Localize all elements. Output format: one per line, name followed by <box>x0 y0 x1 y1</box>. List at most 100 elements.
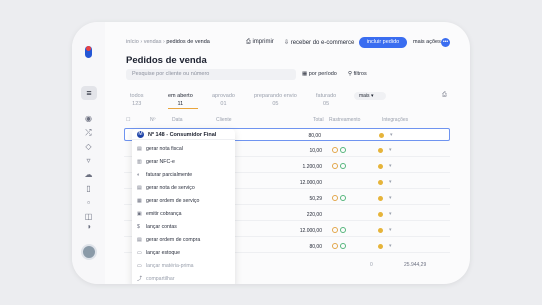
document-icon: ▤ <box>137 146 142 152</box>
col-date[interactable]: Data <box>172 117 183 123</box>
chevron-down-icon[interactable]: ▾ <box>389 163 392 169</box>
menu-item-label: gerar ordem de compra <box>146 237 201 243</box>
page-title: Pedidos de venda <box>126 55 207 66</box>
tab-count: 01 <box>220 101 227 107</box>
more-tabs-button[interactable]: mais ▾ <box>354 92 386 100</box>
status-dot <box>378 196 383 201</box>
status-dot <box>379 133 384 138</box>
settings-icon[interactable]: ◑ <box>84 222 93 231</box>
menu-item-label: compartilhar <box>146 276 175 282</box>
menu-item[interactable]: ▭ lançar estoque <box>137 250 180 256</box>
select-all-checkbox[interactable]: ☐ <box>126 117 130 123</box>
more-actions-icon[interactable]: ••• <box>441 38 450 47</box>
footer-total: 25.944,29 <box>404 262 427 268</box>
tab-label: em aberto <box>168 93 193 99</box>
menu-item-label: lançar matéria-prima <box>146 263 194 269</box>
tab-preparando-envio[interactable]: preparando envio 05 <box>254 93 297 107</box>
period-filter-button[interactable]: ▦ por período <box>302 71 337 77</box>
menu-item-label: gerar nota de serviço <box>146 185 195 191</box>
status-dot <box>378 244 383 249</box>
purchase-order-icon: ▤ <box>137 237 142 243</box>
menu-item[interactable]: ▤ gerar nota fiscal <box>137 146 183 152</box>
menu-item-label: emitir cobrança <box>146 211 182 217</box>
tab-em-aberto[interactable]: em aberto 11 <box>168 93 193 107</box>
row-total: 10,00 <box>309 148 322 154</box>
tag-icon[interactable]: ◇ <box>84 142 93 151</box>
more-tabs-label: mais <box>359 93 370 99</box>
billing-icon: ▣ <box>137 211 142 217</box>
filters-button[interactable]: ⚲ filtros <box>348 71 367 77</box>
cube-icon[interactable]: ◫ <box>84 212 93 221</box>
menu-item-label: gerar nota fiscal <box>146 146 183 152</box>
tab-todos[interactable]: todos 123 <box>130 93 143 107</box>
status-dot <box>378 164 383 169</box>
partial-icon: ◐ <box>137 172 141 178</box>
file-icon[interactable]: ▯ <box>84 184 93 193</box>
tab-label: preparando envio <box>254 93 297 99</box>
swap-icon[interactable]: ⤮ <box>84 128 93 137</box>
cloud-icon[interactable]: ☁ <box>84 170 93 179</box>
menu-header: M Nº 148 - Consumidor Final <box>132 129 235 140</box>
chevron-down-icon[interactable]: ▾ <box>389 195 392 201</box>
footer-count: 0 <box>370 262 373 268</box>
integration-icons <box>332 195 348 202</box>
add-order-button[interactable]: incluir pedido <box>359 37 407 48</box>
row-total: 50,29 <box>309 196 322 202</box>
menu-item[interactable]: ▦ gerar ordem de serviço <box>137 198 199 204</box>
menu-item[interactable]: ▤ gerar nota de serviço <box>137 185 195 191</box>
tab-count: 123 <box>132 101 142 107</box>
receive-label: receber do e-commerce <box>290 40 355 46</box>
print-button[interactable]: ⎙ imprimir <box>246 39 274 46</box>
tab-faturado[interactable]: faturado 05 <box>316 93 336 107</box>
status-dot <box>378 228 383 233</box>
menu-item[interactable]: $ lançar contas <box>137 224 177 230</box>
status-dot <box>378 212 383 217</box>
dollar-icon: $ <box>137 224 140 230</box>
breadcrumb-start[interactable]: início <box>126 39 139 45</box>
print-list-icon[interactable]: ⎙ <box>442 92 447 99</box>
tab-label: todos <box>130 93 144 99</box>
eye-icon[interactable]: ◉ <box>84 114 93 123</box>
tab-aprovado[interactable]: aprovado 01 <box>212 93 235 107</box>
app-window: ≡ ◉ ⤮ ◇ ▿ ☁ ▯ ▫ ◫ ◑ início › vendas › pe… <box>72 22 470 284</box>
raw-material-icon: ▭ <box>137 263 142 269</box>
sidebar: ≡ ◉ ⤮ ◇ ▿ ☁ ▯ ▫ ◫ ◑ <box>72 22 105 284</box>
cart-icon[interactable]: ▿ <box>84 156 93 165</box>
breadcrumb-section[interactable]: vendas <box>144 39 162 45</box>
row-total: 12.000,00 <box>299 228 322 234</box>
chevron-down-icon[interactable]: ▾ <box>390 132 393 138</box>
service-order-icon: ▦ <box>137 198 142 204</box>
integration-icons <box>332 147 348 154</box>
breadcrumb-current: pedidos de venda <box>166 39 210 45</box>
stock-icon: ▭ <box>137 250 142 256</box>
menu-item[interactable]: ◐ faturar parcialmente <box>137 172 192 178</box>
chevron-down-icon[interactable]: ▾ <box>389 211 392 217</box>
col-integrations[interactable]: Integrações <box>382 117 408 123</box>
menu-item[interactable]: ▭ lançar matéria-prima <box>137 263 194 269</box>
more-actions-label[interactable]: mais ações <box>413 39 441 45</box>
breadcrumb-separator: › <box>163 39 165 45</box>
integration-icons <box>332 243 348 250</box>
integration-icons <box>332 163 348 170</box>
receive-ecommerce-button[interactable]: ⇩ receber do e-commerce <box>284 39 354 46</box>
menu-item-label: lançar estoque <box>146 250 181 256</box>
chevron-down-icon[interactable]: ▾ <box>389 243 392 249</box>
menu-item-share[interactable]: ⤴ compartilhar <box>137 275 175 282</box>
menu-item[interactable]: ▤ gerar ordem de compra <box>137 237 200 243</box>
chevron-down-icon[interactable]: ▾ <box>389 227 392 233</box>
col-number[interactable]: Nº <box>150 117 155 123</box>
menu-icon[interactable]: ≡ <box>81 86 97 100</box>
col-total[interactable]: Total <box>313 117 324 123</box>
search-input[interactable]: Pesquise por cliente ou número <box>126 69 296 80</box>
avatar[interactable] <box>81 244 97 260</box>
col-client[interactable]: Cliente <box>216 117 232 123</box>
menu-item-label: faturar parcialmente <box>146 172 193 178</box>
menu-item[interactable]: ▥ gerar NFC-e <box>137 159 175 165</box>
menu-item[interactable]: ▣ emitir cobrança <box>137 211 181 217</box>
col-tracking[interactable]: Rastreamento <box>329 117 360 123</box>
chevron-down-icon[interactable]: ▾ <box>389 179 392 185</box>
tab-label: aprovado <box>212 93 235 99</box>
contrast-icon[interactable] <box>84 204 93 213</box>
chevron-down-icon[interactable]: ▾ <box>389 147 392 153</box>
status-dot <box>378 148 383 153</box>
